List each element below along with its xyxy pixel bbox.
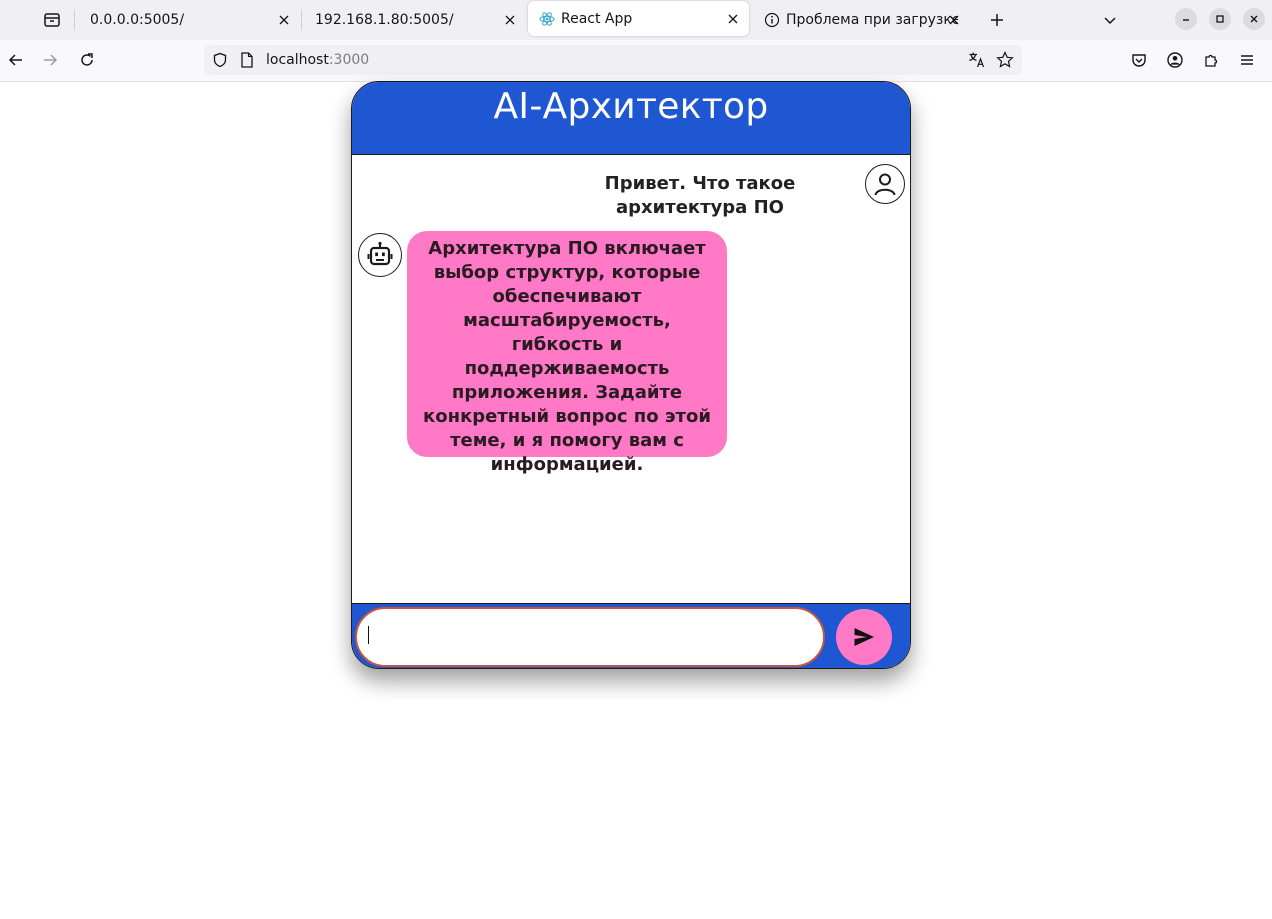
message-input[interactable] [355, 607, 825, 667]
user-message-text: Привет. Что такое архитектура ПО [604, 173, 796, 218]
tab-close-button[interactable] [946, 12, 962, 28]
user-icon [874, 173, 896, 196]
tab-close-button[interactable] [725, 11, 741, 27]
firefox-view-button[interactable] [40, 8, 64, 32]
tab-label: Проблема при загрузке [786, 12, 958, 28]
arrow-left-icon [8, 54, 22, 66]
maximize-window-button[interactable] [1209, 8, 1231, 30]
send-button[interactable] [836, 609, 892, 665]
chat-window: AI-Архитектор Привет. Что такое архитект… [351, 81, 911, 669]
close-icon [1250, 15, 1258, 23]
tab-close-button[interactable] [502, 12, 518, 28]
forward-button[interactable] [38, 48, 62, 72]
arrow-right-icon [44, 54, 58, 66]
new-tab-button[interactable] [985, 8, 1009, 32]
info-icon [764, 12, 780, 28]
maximize-icon [1216, 15, 1224, 23]
text-caret [368, 626, 369, 644]
chat-header: AI-Архитектор [352, 82, 910, 155]
tab-label: React App [561, 10, 633, 27]
list-all-tabs-button[interactable] [1098, 8, 1122, 32]
bot-avatar [358, 233, 402, 277]
close-icon [949, 15, 959, 25]
minimize-icon [1183, 19, 1189, 21]
plus-icon [991, 14, 1003, 26]
url-host: localhost [266, 52, 329, 68]
translate-icon[interactable] [968, 51, 986, 69]
send-icon [854, 628, 874, 646]
tab-separator [74, 10, 75, 30]
account-button[interactable] [1163, 48, 1187, 72]
tab-react-app[interactable]: React App [528, 1, 749, 36]
tab-label: 192.168.1.80:5005/ [315, 12, 454, 28]
bookmark-star-icon[interactable] [996, 51, 1014, 69]
shield-icon [213, 52, 227, 68]
browser-nav-bar: localhost:3000 [0, 40, 1272, 82]
account-icon [1167, 52, 1183, 68]
url-text[interactable]: localhost:3000 [266, 52, 369, 68]
close-icon [505, 15, 515, 25]
message-list[interactable]: Привет. Что такое архитектура ПО Архитек… [352, 155, 910, 603]
hamburger-menu-icon [1241, 55, 1253, 65]
reload-button[interactable] [75, 48, 99, 72]
back-button[interactable] [4, 48, 28, 72]
url-port: :3000 [328, 52, 370, 68]
pocket-icon [1132, 54, 1146, 67]
tab-problem-loading[interactable]: Проблема при загрузке [752, 0, 972, 40]
pocket-button[interactable] [1127, 48, 1151, 72]
tab-192-168-1-80[interactable]: 192.168.1.80:5005/ [302, 0, 526, 40]
tab-0000-5005[interactable]: 0.0.0.0:5005/ [76, 0, 300, 40]
reload-icon [81, 53, 93, 66]
bot-message-bubble: Архитектура ПО включает выбор структур, … [407, 231, 727, 475]
page-icon [241, 52, 253, 68]
browser-tab-bar: 0.0.0.0:5005/ 192.168.1.80:5005/ React A… [0, 0, 1272, 41]
robot-icon [367, 241, 393, 266]
user-avatar [865, 164, 905, 204]
app-menu-button[interactable] [1235, 48, 1259, 72]
firefox-view-icon [44, 13, 60, 27]
input-bar [352, 603, 910, 668]
close-window-button[interactable] [1243, 8, 1265, 30]
minimize-window-button[interactable] [1175, 8, 1197, 30]
puzzle-icon [1205, 54, 1218, 67]
chevron-down-icon [1104, 17, 1116, 25]
extensions-button[interactable] [1199, 48, 1223, 72]
tab-label: 0.0.0.0:5005/ [90, 12, 185, 28]
close-icon [728, 14, 738, 23]
react-logo-icon [539, 11, 555, 26]
app-title: AI-Архитектор [493, 86, 769, 127]
url-bar[interactable]: localhost:3000 [204, 45, 1022, 75]
close-icon [279, 15, 289, 25]
tab-close-button[interactable] [276, 12, 292, 28]
